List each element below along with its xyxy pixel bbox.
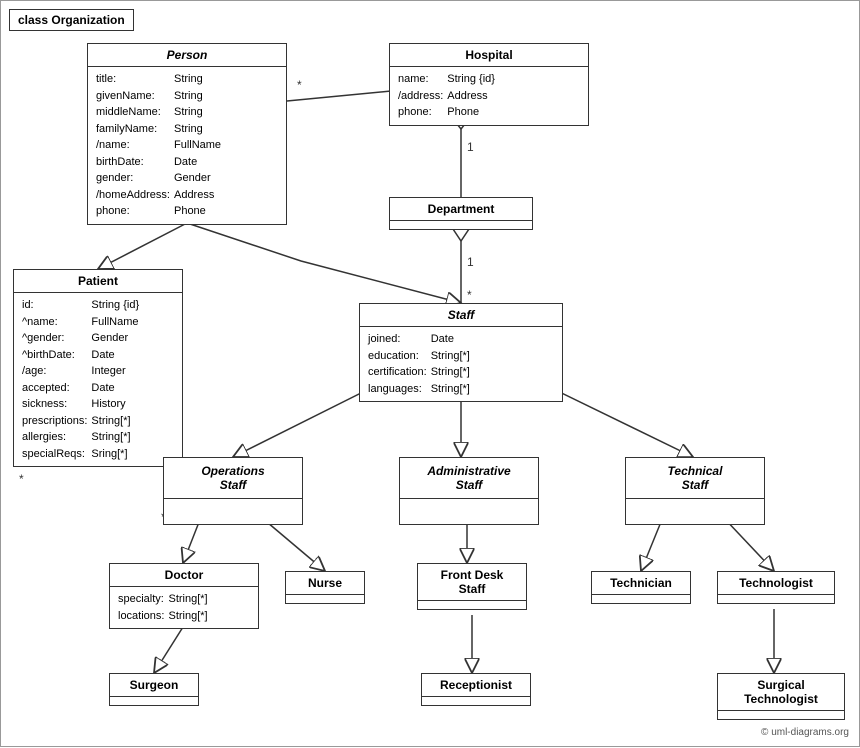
receptionist-body	[422, 697, 530, 705]
hospital-body: name:String {id} /address:Address phone:…	[390, 67, 588, 125]
receptionist-header: Receptionist	[422, 674, 530, 697]
surgeon-body	[110, 697, 198, 705]
admin-staff-class: AdministrativeStaff	[399, 457, 539, 525]
department-body	[390, 221, 532, 229]
person-class: Person title:String givenName:String mid…	[87, 43, 287, 225]
staff-body: joined:Date education:String[*] certific…	[360, 327, 562, 401]
doctor-header: Doctor	[110, 564, 258, 587]
operations-staff-header: OperationsStaff	[164, 458, 302, 499]
svg-text:*: *	[297, 78, 302, 92]
surgical-technologist-class: SurgicalTechnologist	[717, 673, 845, 720]
copyright: © uml-diagrams.org	[761, 727, 849, 738]
diagram-container: class Organization 1 *	[0, 0, 860, 747]
surgical-technologist-body	[718, 711, 844, 719]
svg-text:1: 1	[467, 140, 474, 154]
operations-staff-class: OperationsStaff	[163, 457, 303, 525]
nurse-class: Nurse	[285, 571, 365, 604]
surgeon-class: Surgeon	[109, 673, 199, 706]
hospital-class: Hospital name:String {id} /address:Addre…	[389, 43, 589, 126]
patient-header: Patient	[14, 270, 182, 293]
technician-body	[592, 595, 690, 603]
person-body: title:String givenName:String middleName…	[88, 67, 286, 224]
department-header: Department	[390, 198, 532, 221]
svg-text:*: *	[467, 288, 472, 302]
svg-text:*: *	[19, 472, 24, 486]
technologist-header: Technologist	[718, 572, 834, 595]
svg-text:1: 1	[467, 255, 474, 269]
front-desk-header: Front DeskStaff	[418, 564, 526, 601]
person-header: Person	[88, 44, 286, 67]
technologist-body	[718, 595, 834, 603]
admin-staff-header: AdministrativeStaff	[400, 458, 538, 499]
admin-staff-body	[400, 499, 538, 507]
technician-class: Technician	[591, 571, 691, 604]
doctor-body: specialty:String[*] locations:String[*]	[110, 587, 258, 628]
patient-body: id:String {id} ^name:FullName ^gender:Ge…	[14, 293, 182, 466]
nurse-body	[286, 595, 364, 603]
technical-staff-body	[626, 499, 764, 507]
receptionist-class: Receptionist	[421, 673, 531, 706]
patient-class: Patient id:String {id} ^name:FullName ^g…	[13, 269, 183, 467]
hospital-header: Hospital	[390, 44, 588, 67]
technologist-class: Technologist	[717, 571, 835, 604]
staff-header: Staff	[360, 304, 562, 327]
technical-staff-class: TechnicalStaff	[625, 457, 765, 525]
diagram-title: class Organization	[9, 9, 134, 31]
front-desk-class: Front DeskStaff	[417, 563, 527, 610]
surgical-technologist-header: SurgicalTechnologist	[718, 674, 844, 711]
nurse-header: Nurse	[286, 572, 364, 595]
doctor-class: Doctor specialty:String[*] locations:Str…	[109, 563, 259, 629]
technician-header: Technician	[592, 572, 690, 595]
front-desk-body	[418, 601, 526, 609]
department-class: Department	[389, 197, 533, 230]
surgeon-header: Surgeon	[110, 674, 198, 697]
technical-staff-header: TechnicalStaff	[626, 458, 764, 499]
operations-staff-body	[164, 499, 302, 507]
staff-class: Staff joined:Date education:String[*] ce…	[359, 303, 563, 402]
